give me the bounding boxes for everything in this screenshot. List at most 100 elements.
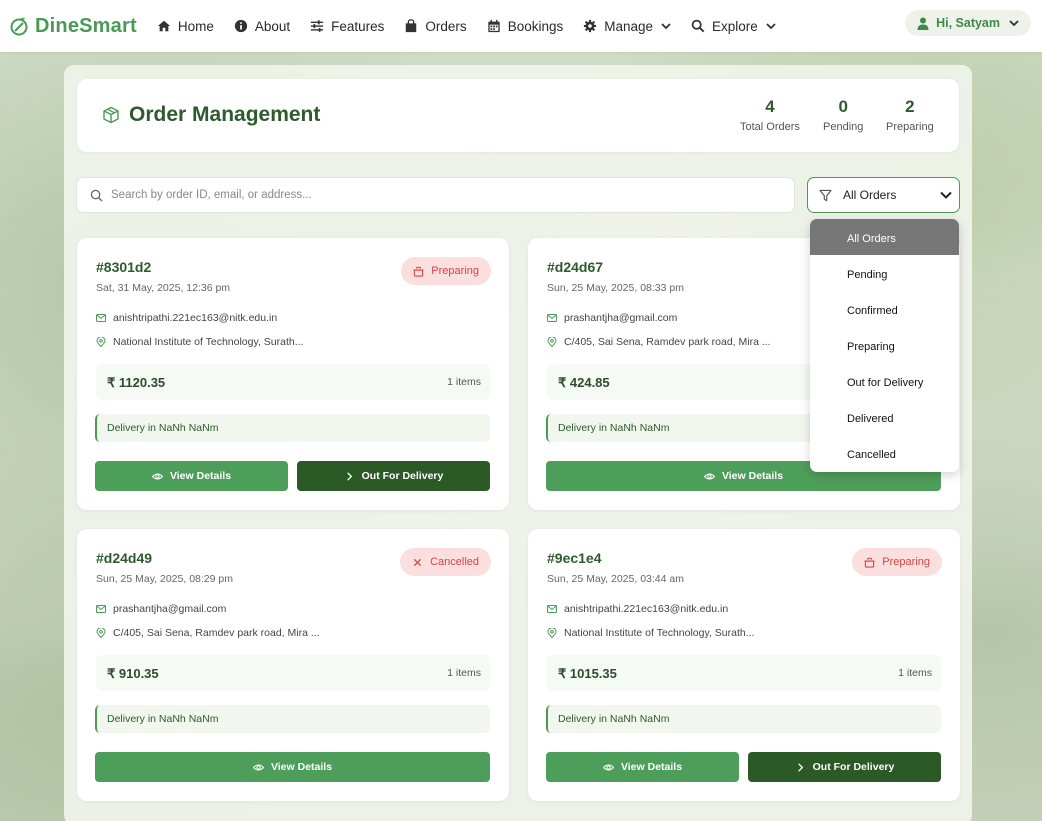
price-box: ₹ 1120.35 1 items: [96, 364, 490, 400]
stat-label: Pending: [823, 121, 864, 133]
bag-icon: [406, 19, 417, 33]
filter-option-all-orders[interactable]: All Orders: [810, 219, 959, 255]
status-filter-select[interactable]: All Orders: [807, 177, 960, 213]
order-email: prashantjha@gmail.com: [113, 603, 227, 615]
chevron-down-icon: [1009, 20, 1019, 27]
price-box: ₹ 910.35 1 items: [96, 655, 490, 691]
stat-value: 0: [838, 97, 848, 116]
nav-about[interactable]: About: [234, 19, 290, 34]
order-date: Sun, 25 May, 2025, 08:29 pm: [96, 573, 233, 585]
order-id: #d24d67: [547, 259, 604, 275]
price-box: ₹ 1015.35 1 items: [547, 655, 941, 691]
close-icon: [413, 558, 422, 566]
nav-home[interactable]: Home: [157, 19, 214, 34]
brand[interactable]: DineSmart: [9, 15, 137, 38]
order-address-row: National Institute of Technology, Surath…: [547, 627, 754, 639]
order-price: ₹ 424.85: [558, 375, 610, 390]
out-for-delivery-button[interactable]: Out For Delivery: [748, 752, 941, 782]
order-address: National Institute of Technology, Surath…: [564, 627, 755, 639]
eye-icon: [703, 472, 715, 480]
stat-value: 4: [765, 97, 775, 116]
status-label: Preparing: [882, 556, 930, 568]
nav-orders[interactable]: Orders: [404, 19, 467, 34]
status-filter-dropdown: All Orders Pending Confirmed Preparing O…: [810, 219, 959, 472]
stat-total-orders: 4 Total Orders: [740, 97, 800, 133]
mail-icon: [96, 605, 106, 613]
nav-explore-label: Explore: [712, 18, 758, 34]
view-details-label: View Details: [270, 761, 333, 773]
map-pin-icon: [547, 337, 557, 347]
order-card: #d24d49 Sun, 25 May, 2025, 08:29 pm Canc…: [77, 529, 509, 801]
nav-manage[interactable]: Manage: [583, 19, 671, 34]
view-details-button[interactable]: View Details: [95, 461, 288, 491]
filter-option-pending[interactable]: Pending: [810, 255, 959, 291]
nav-explore[interactable]: Explore: [691, 19, 776, 34]
order-email-row: anishtripathi.221ec163@nitk.edu.in: [547, 603, 728, 615]
search-input[interactable]: [111, 189, 771, 201]
mail-icon: [547, 314, 557, 322]
order-address-row: National Institute of Technology, Surath…: [96, 336, 303, 348]
delivery-estimate: Delivery in NaNh NaNm: [95, 705, 490, 733]
order-address-row: C/405, Sai Sena, Ramdev park road, Mira …: [547, 336, 771, 348]
filter-selected-label: All Orders: [843, 188, 897, 202]
order-email: anishtripathi.221ec163@nitk.edu.in: [113, 312, 278, 324]
order-item-count: 1 items: [447, 667, 481, 679]
order-address-row: C/405, Sai Sena, Ramdev park road, Mira …: [96, 627, 320, 639]
stat-preparing: 2 Preparing: [886, 97, 934, 133]
status-label: Preparing: [431, 265, 479, 277]
info-icon: [234, 19, 247, 33]
order-email-row: prashantjha@gmail.com: [96, 603, 226, 615]
chevron-down-icon: [766, 23, 776, 30]
brand-name: DineSmart: [35, 14, 137, 37]
nav-bookings[interactable]: Bookings: [487, 18, 564, 34]
order-item-count: 1 items: [898, 667, 932, 679]
nav-home-label: Home: [177, 18, 214, 34]
out-for-delivery-label: Out For Delivery: [361, 470, 444, 482]
stat-label: Preparing: [886, 121, 934, 133]
stat-label: Total Orders: [740, 121, 800, 133]
order-date: Sun, 25 May, 2025, 03:44 am: [547, 573, 684, 585]
filter-option-confirmed[interactable]: Confirmed: [810, 291, 959, 327]
chevron-right-icon: [797, 762, 803, 772]
filter-option-preparing[interactable]: Preparing: [810, 327, 959, 363]
order-id: #d24d49: [96, 550, 153, 566]
map-pin-icon: [96, 337, 106, 347]
map-pin-icon: [96, 628, 106, 638]
order-address: C/405, Sai Sena, Ramdev park road, Mira …: [564, 336, 771, 348]
nav-about-label: About: [254, 18, 291, 34]
leaf-logo-icon: [10, 17, 28, 36]
view-details-button[interactable]: View Details: [546, 752, 739, 782]
chevron-down-icon: [940, 191, 952, 199]
page-title: Order Management: [129, 103, 321, 126]
order-price: ₹ 1120.35: [107, 375, 166, 390]
filter-option-delivered[interactable]: Delivered: [810, 399, 959, 435]
filter-option-out-for-delivery[interactable]: Out for Delivery: [810, 363, 959, 399]
order-email: prashantjha@gmail.com: [564, 312, 678, 324]
nav-links: Home About Features Orders Bookings Mana…: [157, 19, 796, 34]
status-badge: Preparing: [852, 548, 942, 576]
nav-features-label: Features: [331, 18, 385, 34]
order-date: Sat, 31 May, 2025, 12:36 pm: [96, 282, 231, 294]
stat-pending: 0 Pending: [823, 97, 863, 133]
user-menu-button[interactable]: Hi, Satyam: [905, 10, 1031, 36]
order-email-row: prashantjha@gmail.com: [547, 312, 677, 324]
nav-features[interactable]: Features: [310, 19, 384, 34]
order-price: ₹ 910.35: [107, 666, 159, 681]
order-price: ₹ 1015.35: [558, 666, 617, 681]
chevron-down-icon: [661, 23, 671, 30]
order-email-row: anishtripathi.221ec163@nitk.edu.in: [96, 312, 277, 324]
mail-icon: [96, 314, 106, 322]
out-for-delivery-button[interactable]: Out For Delivery: [297, 461, 490, 491]
view-details-label: View Details: [620, 761, 683, 773]
pot-icon: [413, 266, 424, 277]
view-details-button[interactable]: View Details: [95, 752, 490, 782]
stat-value: 2: [905, 97, 915, 116]
status-label: Cancelled: [430, 556, 479, 568]
eye-icon: [151, 472, 163, 480]
delivery-estimate: Delivery in NaNh NaNm: [546, 705, 941, 733]
status-badge: Preparing: [401, 257, 491, 285]
filter-option-cancelled[interactable]: Cancelled: [810, 435, 959, 471]
order-date: Sun, 25 May, 2025, 08:33 pm: [547, 282, 684, 294]
nav-bookings-label: Bookings: [507, 18, 564, 34]
order-email: anishtripathi.221ec163@nitk.edu.in: [564, 603, 729, 615]
